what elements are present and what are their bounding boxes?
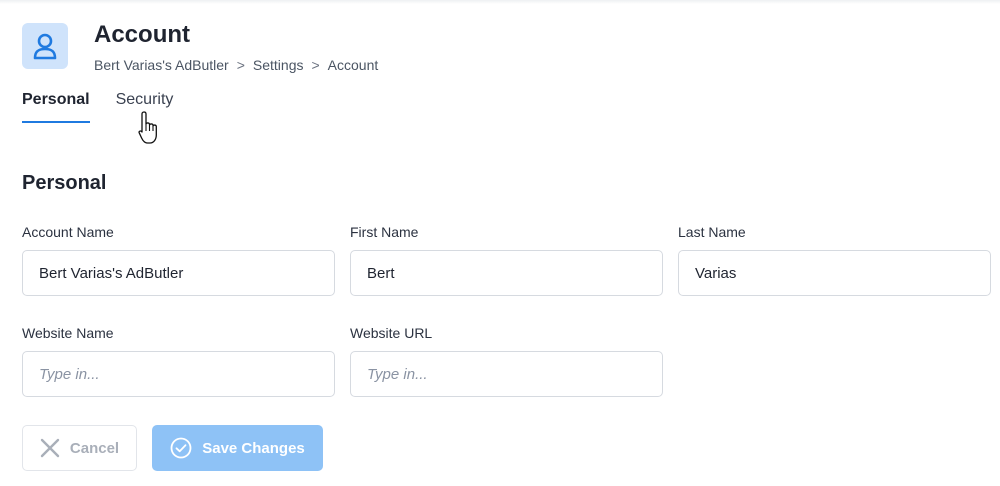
first-name-label: First Name	[350, 224, 419, 240]
tab-personal[interactable]: Personal	[22, 91, 90, 123]
close-icon	[40, 438, 60, 458]
breadcrumb: Bert Varias's AdButler > Settings > Acco…	[94, 57, 378, 73]
breadcrumb-item-account: Account	[327, 57, 379, 73]
tab-bar: Personal Security	[22, 91, 199, 123]
account-name-group: Account Name	[22, 224, 335, 296]
save-changes-label: Save Changes	[202, 439, 305, 457]
last-name-group: Last Name	[678, 224, 991, 296]
page-header: Account Bert Varias's AdButler > Setting…	[22, 21, 378, 73]
page-title: Account	[94, 21, 190, 48]
website-url-group: Website URL	[350, 325, 663, 397]
account-name-input[interactable]	[22, 250, 335, 296]
avatar	[22, 23, 68, 69]
website-url-input[interactable]	[350, 351, 663, 397]
breadcrumb-item-account-name[interactable]: Bert Varias's AdButler	[94, 57, 229, 73]
user-icon	[33, 33, 57, 60]
website-name-group: Website Name	[22, 325, 335, 397]
first-name-group: First Name	[350, 224, 663, 296]
cancel-button[interactable]: Cancel	[22, 425, 137, 471]
breadcrumb-separator: >	[311, 57, 320, 73]
breadcrumb-item-settings[interactable]: Settings	[253, 57, 304, 73]
section-title: Personal	[22, 172, 107, 194]
first-name-input[interactable]	[350, 250, 663, 296]
website-name-label: Website Name	[22, 325, 114, 341]
save-changes-button[interactable]: Save Changes	[152, 425, 323, 471]
top-shadow	[0, 0, 1000, 4]
cancel-button-label: Cancel	[69, 439, 120, 457]
hand-pointer-cursor-icon	[138, 111, 157, 144]
website-name-input[interactable]	[22, 351, 335, 397]
check-circle-icon	[170, 437, 192, 459]
breadcrumb-separator: >	[236, 57, 245, 73]
website-url-label: Website URL	[350, 325, 433, 341]
last-name-input[interactable]	[678, 250, 991, 296]
account-name-label: Account Name	[22, 224, 114, 240]
last-name-label: Last Name	[678, 224, 746, 240]
